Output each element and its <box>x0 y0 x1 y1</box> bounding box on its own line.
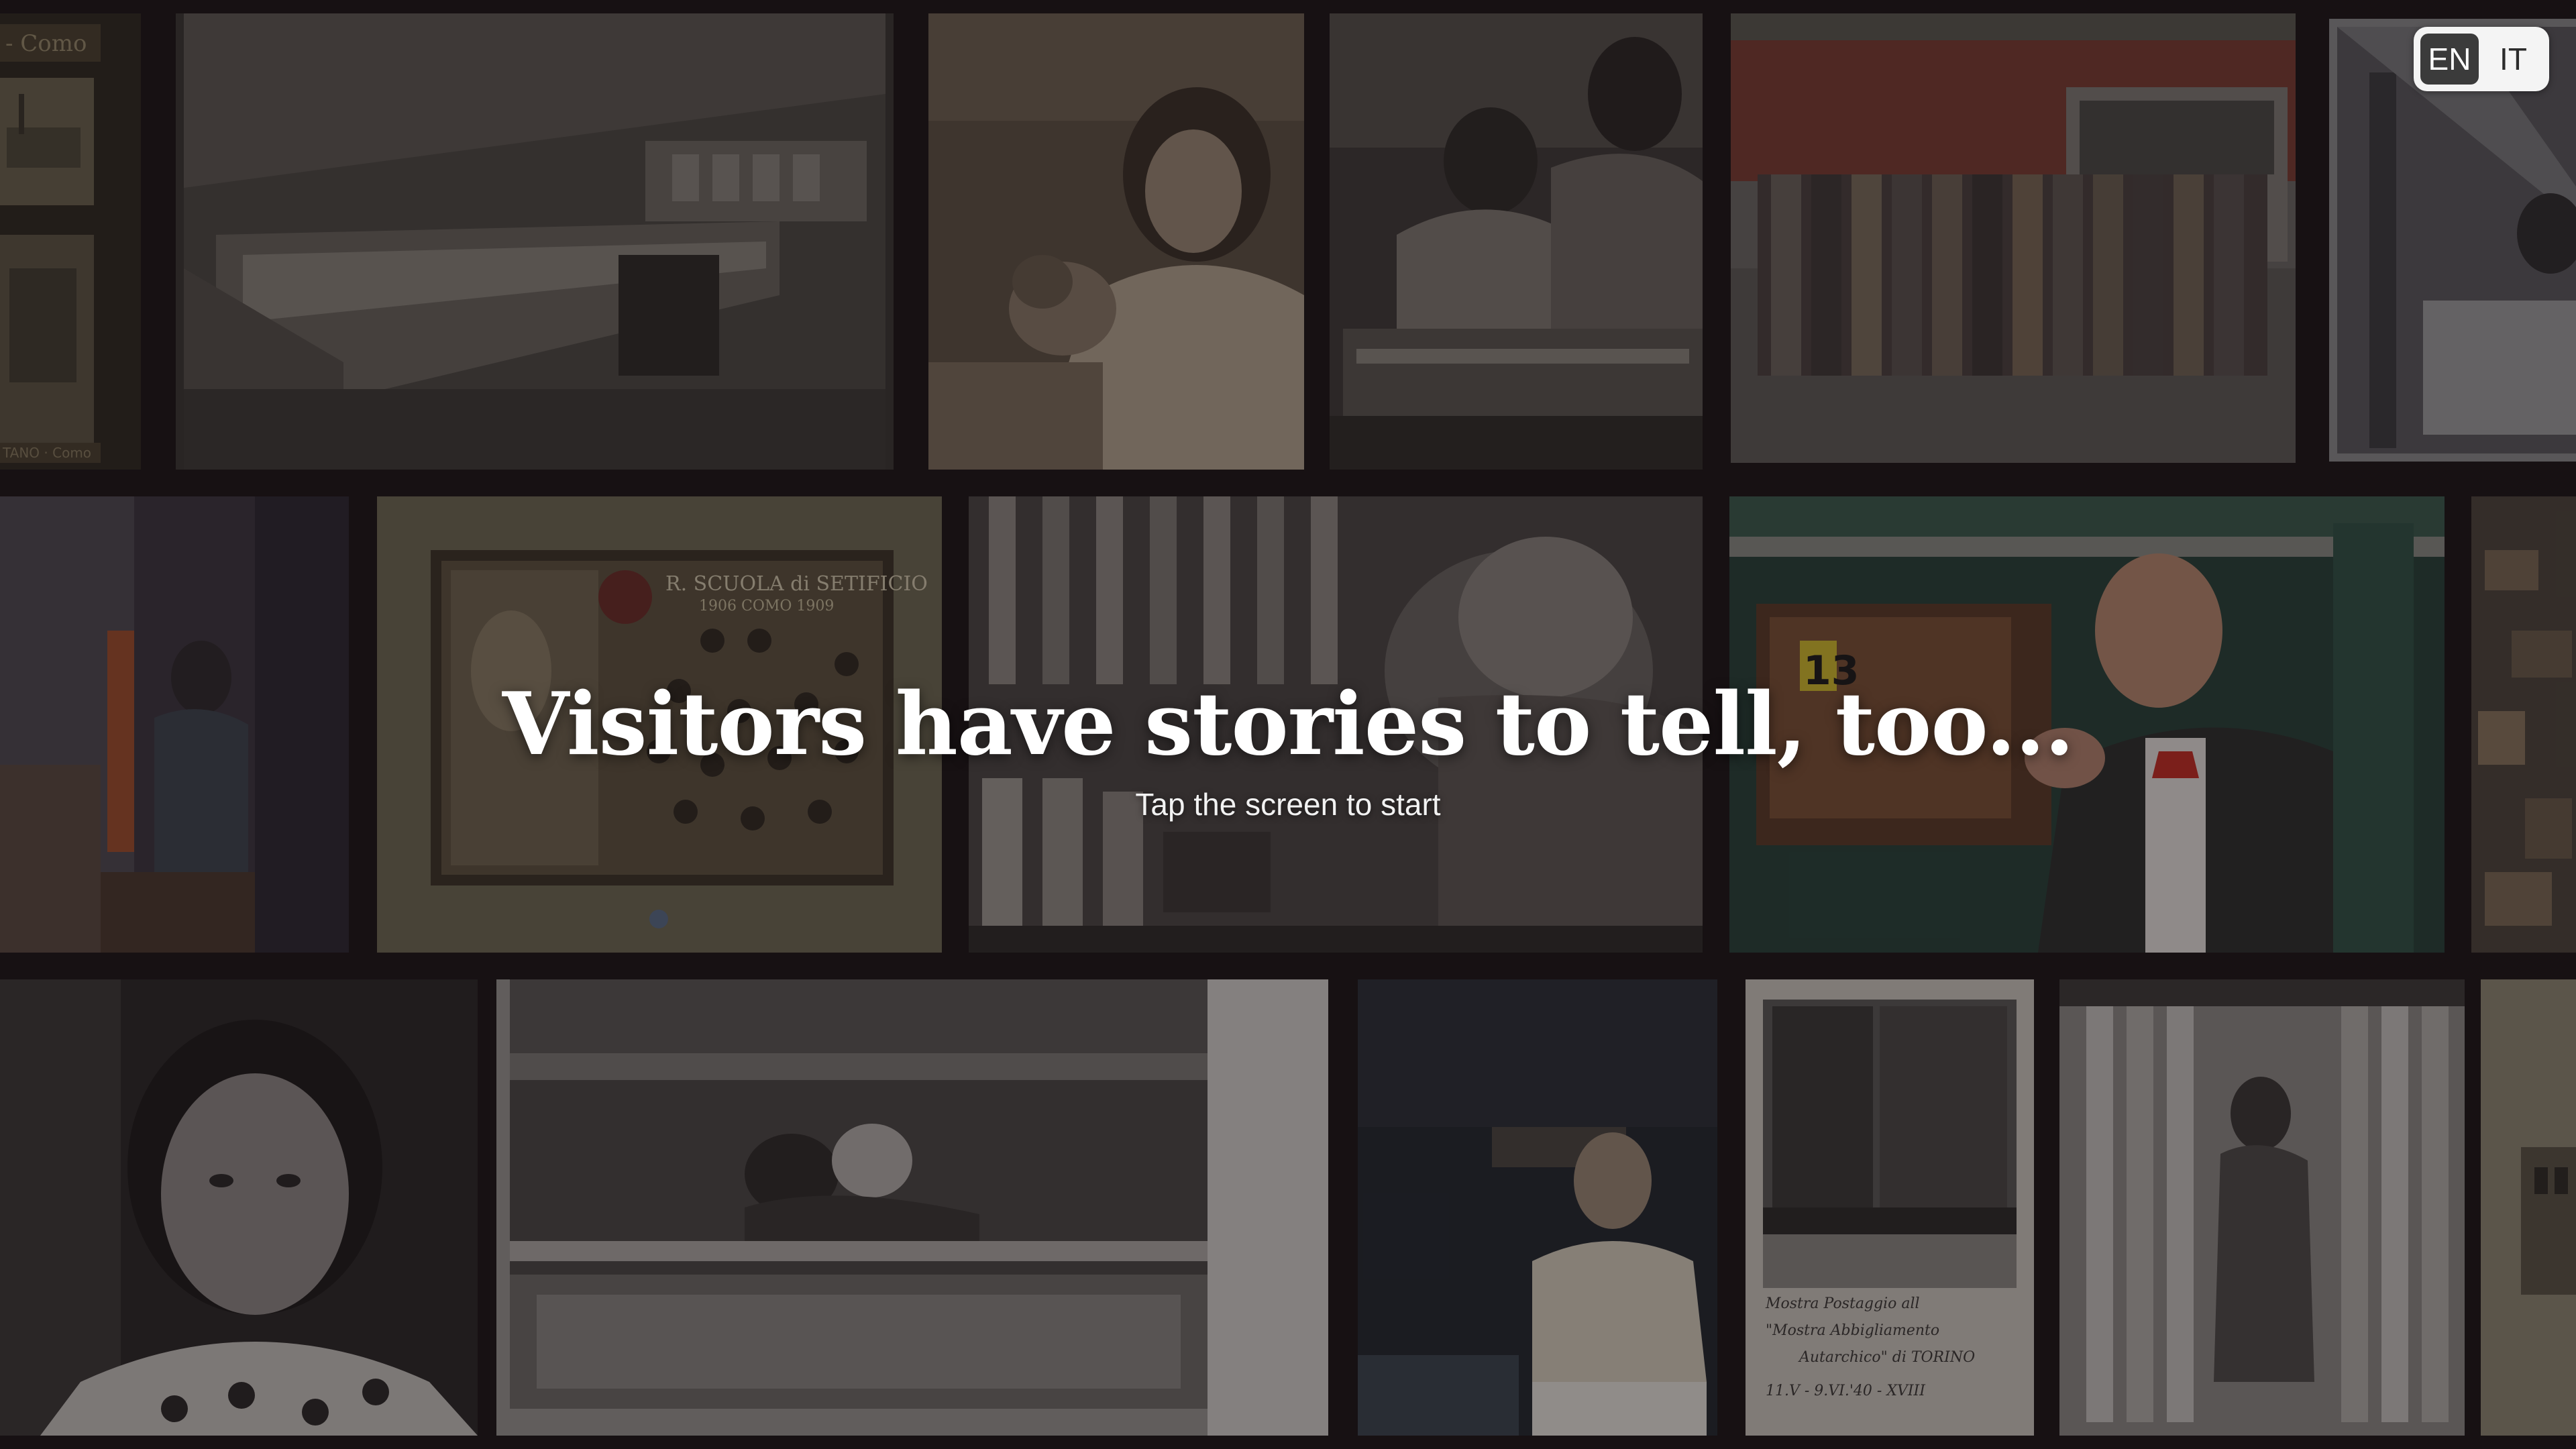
photo-postcard-como: - Como TANO · Como <box>0 13 141 470</box>
postcard-caption-bottom: TANO · Como <box>2 445 91 461</box>
photo-mother-and-baby <box>928 13 1304 470</box>
photo-exhibition-stand-1940: Mostra Postaggio all "Mostra Abbigliamen… <box>1746 979 2034 1436</box>
photo-building-facade <box>2481 979 2576 1436</box>
photo-man-by-lake <box>1358 979 1717 1436</box>
tap-to-start-hint: Tap the screen to start <box>1135 787 1441 822</box>
photo-group-with-buses <box>1731 13 2296 463</box>
language-switch: EN IT <box>2414 27 2549 91</box>
diploma-years: 1906 COMO 1909 <box>699 598 834 614</box>
handwritten-note-2: "Mostra Abbigliamento <box>1766 1322 1939 1339</box>
language-en-button[interactable]: EN <box>2420 34 2479 85</box>
hero-title: Visitors have stories to tell, too... <box>502 674 2074 775</box>
photo-women-at-spinning-machine <box>1330 13 1703 470</box>
diploma-heading: R. SCUOLA di SETIFICIO <box>665 572 928 596</box>
photo-girl-portrait <box>0 979 478 1436</box>
start-screen[interactable]: - Como TANO · Como R. SCUOLA di SETIFICI… <box>0 0 2576 1449</box>
handwritten-note-4: 11.V - 9.VI.'40 - XVIII <box>1766 1383 1926 1399</box>
handwritten-note-3: Autarchico" di TORINO <box>1798 1349 1975 1366</box>
photo-woman-among-spools <box>2059 979 2465 1436</box>
photo-workers-under-machine <box>496 979 1328 1436</box>
handwritten-note-1: Mostra Postaggio all <box>1765 1295 1920 1312</box>
language-it-button[interactable]: IT <box>2484 34 2542 85</box>
postcard-caption-top: - Como <box>5 30 87 57</box>
photo-textile-factory-hall <box>176 13 894 470</box>
